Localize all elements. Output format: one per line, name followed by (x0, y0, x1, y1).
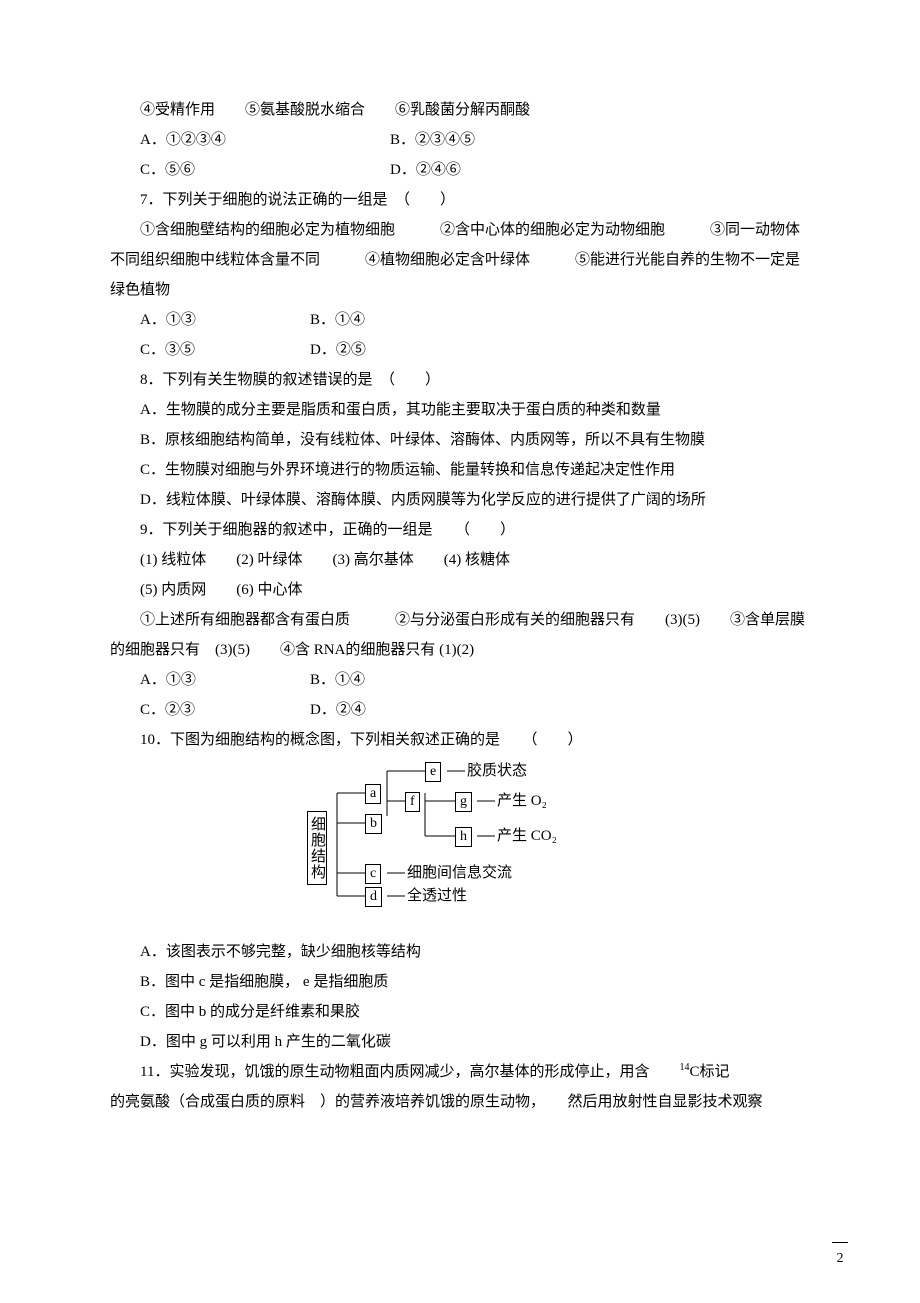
q7-option-b: B．①④ (310, 305, 365, 335)
q9-options-row2: C．②③ D．②④ (110, 695, 810, 725)
q11-line2: 的亮氨酸（合成蛋白质的原料 ）的营养液培养饥饿的原生动物， 然后用放射性自显影技… (110, 1087, 810, 1117)
q8-option-d: D．线粒体膜、叶绿体膜、溶酶体膜、内质网膜等为化学反应的进行提供了广阔的场所 (110, 485, 810, 515)
q9-option-a: A．①③ (140, 665, 310, 695)
q9-option-c: C．②③ (140, 695, 310, 725)
diagram-label-e: 胶质状态 (467, 762, 527, 780)
diagram-box-h: h (455, 827, 472, 847)
diagram-root: 细胞结构 (307, 811, 327, 885)
q6-option-d: D．②④⑥ (390, 155, 461, 185)
q6-options-456: ④受精作用 ⑤氨基酸脱水缩合 ⑥乳酸菌分解丙酮酸 (110, 95, 810, 125)
diagram-label-c: 细胞间信息交流 (407, 864, 512, 882)
q6-option-c: C．⑤⑥ (140, 155, 390, 185)
q10-option-a: A．该图表示不够完整，缺少细胞核等结构 (110, 937, 810, 967)
q9-stem: 9．下列关于细胞器的叙述中，正确的一组是 （ ） (110, 515, 810, 545)
diagram-label-g: 产生 O₂ (497, 792, 547, 810)
diagram-box-a: a (365, 784, 381, 804)
q7-option-c: C．③⑤ (140, 335, 310, 365)
q9-list1: (1) 线粒体 (2) 叶绿体 (3) 高尔基体 (4) 核糖体 (110, 545, 810, 575)
q10-stem: 10．下图为细胞结构的概念图，下列相关叙述正确的是 （ ） (110, 725, 810, 755)
diagram-box-f: f (405, 792, 420, 812)
page-number: 2 (820, 1242, 860, 1273)
q10-option-d: D．图中 g 可以利用 h 产生的二氧化碳 (110, 1027, 810, 1057)
q6-options-row2: C．⑤⑥ D．②④⑥ (110, 155, 810, 185)
q6-options-row1: A．①②③④ B．②③④⑤ (110, 125, 810, 155)
q7-option-d: D．②⑤ (310, 335, 366, 365)
diagram-label-d: 全透过性 (407, 887, 467, 905)
q11-text-a: 11．实验发现，饥饿的原生动物粗面内质网减少，高尔基体的形成停止，用含 (140, 1064, 679, 1080)
q11-text-b: C标记 (689, 1064, 729, 1080)
q8-option-c: C．生物膜对细胞与外界环境进行的物质运输、能量转换和信息传递起决定性作用 (110, 455, 810, 485)
q7-option-a: A．①③ (140, 305, 310, 335)
q9-list2: (5) 内质网 (6) 中心体 (110, 575, 810, 605)
q10-option-b: B．图中 c 是指细胞膜， e 是指细胞质 (110, 967, 810, 997)
q10-diagram-wrap: 细胞结构 a b c d e f g h 胶质状态 产生 O₂ 产生 CO₂ 细… (110, 761, 810, 931)
q11-sup-14: 14 (679, 1062, 689, 1073)
q9-statements: ①上述所有细胞器都含有蛋白质 ②与分泌蛋白形成有关的细胞器只有 (3)(5) ③… (110, 605, 810, 665)
q10-option-c: C．图中 b 的成分是纤维素和果胶 (110, 997, 810, 1027)
diagram-box-d: d (365, 887, 382, 907)
q7-options-row2: C．③⑤ D．②⑤ (110, 335, 810, 365)
diagram-label-h: 产生 CO₂ (497, 827, 557, 845)
q8-option-b: B．原核细胞结构简单，没有线粒体、叶绿体、溶酶体、内质网等，所以不具有生物膜 (110, 425, 810, 455)
q8-option-a: A．生物膜的成分主要是脂质和蛋白质，其功能主要取决于蛋白质的种类和数量 (110, 395, 810, 425)
q11-line1: 11．实验发现，饥饿的原生动物粗面内质网减少，高尔基体的形成停止，用含 14C标… (110, 1057, 810, 1087)
q9-options-row1: A．①③ B．①④ (110, 665, 810, 695)
q7-stem: 7．下列关于细胞的说法正确的一组是 （ ） (110, 185, 810, 215)
q9-option-b: B．①④ (310, 665, 365, 695)
q8-stem: 8．下列有关生物膜的叙述错误的是 （ ） (110, 365, 810, 395)
q10-diagram: 细胞结构 a b c d e f g h 胶质状态 产生 O₂ 产生 CO₂ 细… (305, 761, 615, 931)
q7-statements: ①含细胞壁结构的细胞必定为植物细胞 ②含中心体的细胞必定为动物细胞 ③同一动物体… (110, 215, 810, 305)
diagram-box-e: e (425, 762, 441, 782)
diagram-box-b: b (365, 814, 382, 834)
page: ④受精作用 ⑤氨基酸脱水缩合 ⑥乳酸菌分解丙酮酸 A．①②③④ B．②③④⑤ C… (0, 0, 920, 1303)
page-number-rule (832, 1242, 848, 1243)
diagram-box-c: c (365, 864, 381, 884)
diagram-box-g: g (455, 792, 472, 812)
q6-option-a: A．①②③④ (140, 125, 390, 155)
page-number-value: 2 (837, 1251, 844, 1266)
q6-option-b: B．②③④⑤ (390, 125, 475, 155)
q9-option-d: D．②④ (310, 695, 366, 725)
q7-options-row1: A．①③ B．①④ (110, 305, 810, 335)
